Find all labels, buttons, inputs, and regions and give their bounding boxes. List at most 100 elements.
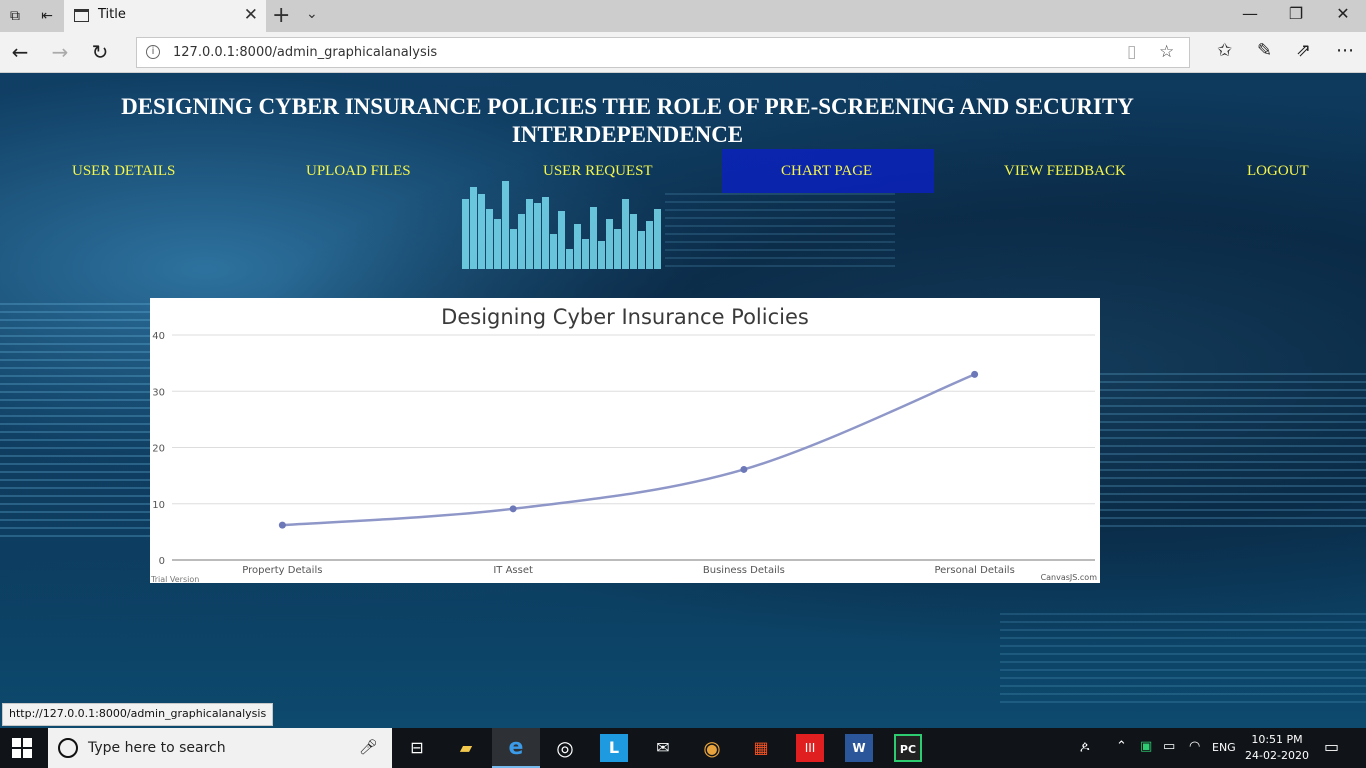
browser-tab[interactable]: Title ✕ — [64, 0, 266, 32]
chevron-up-icon[interactable]: ⌃ — [1116, 739, 1127, 754]
media-app-icon[interactable]: ◎ — [551, 734, 579, 762]
people-icon[interactable]: ዾ — [1080, 739, 1089, 754]
chevron-down-icon[interactable]: ⌄ — [306, 6, 318, 22]
minimize-icon[interactable]: — — [1227, 4, 1273, 23]
trial-version-label: Trial Version — [150, 575, 199, 583]
star-icon[interactable]: ☆ — [1159, 42, 1174, 62]
code-decoration — [0, 303, 150, 543]
search-placeholder: Type here to search — [88, 740, 226, 756]
chrome-icon[interactable]: ◉ — [698, 734, 726, 762]
cortana-icon — [58, 738, 78, 758]
decorative-bar — [638, 231, 645, 269]
y-tick-label: 10 — [152, 500, 165, 511]
page-title: DESIGNING CYBER INSURANCE POLICIES THE R… — [121, 94, 1134, 147]
x-tick-label: Property Details — [242, 565, 322, 576]
code-decoration — [1000, 613, 1366, 703]
nav-chart-page[interactable]: CHART PAGE — [781, 163, 872, 180]
page-background: DESIGNING CYBER INSURANCE POLICIES THE R… — [0, 73, 1366, 728]
wifi-icon[interactable]: ◠ — [1189, 739, 1200, 754]
close-icon[interactable]: ✕ — [244, 5, 258, 25]
clock-time: 10:51 PM — [1251, 733, 1303, 746]
back-icon[interactable]: ← — [5, 40, 35, 64]
nav-logout[interactable]: LOGOUT — [1247, 163, 1309, 180]
code-decoration — [665, 193, 895, 273]
word-icon[interactable]: W — [845, 734, 873, 762]
chart-container: Designing Cyber Insurance Policies 0 10 20 3… — [150, 298, 1100, 583]
app-red-icon[interactable]: III — [796, 734, 824, 762]
mail-icon[interactable]: ✉ — [649, 734, 677, 762]
language-indicator[interactable]: ENG — [1212, 741, 1236, 754]
decorative-bar — [534, 203, 541, 269]
microphone-icon[interactable]: 🎤︎ — [359, 738, 378, 756]
address-bar: ← → ↻ i 127.0.0.1:8000/admin_graphicalan… — [0, 32, 1366, 73]
more-icon[interactable]: ⋯ — [1336, 40, 1354, 61]
x-tick-label: IT Asset — [493, 565, 533, 576]
decorative-bar — [518, 214, 525, 269]
app-tray-icon[interactable]: ▣ — [1140, 739, 1152, 754]
forward-icon[interactable]: → — [45, 40, 75, 64]
decorative-bar — [582, 239, 589, 269]
decorative-bar — [654, 209, 661, 269]
chart-title: Designing Cyber Insurance Policies — [441, 305, 809, 329]
decorative-bar — [622, 199, 629, 269]
code-decoration — [1100, 373, 1366, 533]
reading-view-icon[interactable]: ▯ — [1127, 42, 1136, 62]
decorative-bar — [574, 224, 581, 269]
nav-upload-files[interactable]: UPLOAD FILES — [306, 163, 411, 180]
line-chart: Designing Cyber Insurance Policies 0 10 20 3… — [150, 305, 1097, 583]
set-aside-tabs-icon[interactable]: ⇤ — [36, 6, 58, 26]
taskbar-search[interactable]: Type here to search 🎤︎ — [48, 728, 392, 768]
decorative-bar — [550, 234, 557, 269]
decorative-bar — [598, 241, 605, 269]
decorative-bar — [526, 199, 533, 269]
clock[interactable]: 10:51 PM 24-02-2020 — [1244, 732, 1310, 764]
battery-icon[interactable]: ▭ — [1163, 739, 1175, 754]
y-tick-label: 30 — [152, 387, 165, 398]
restore-icon[interactable]: ❐ — [1273, 4, 1319, 23]
nav-view-feedback[interactable]: VIEW FEEDBACK — [1004, 163, 1126, 180]
windows-start-icon[interactable] — [12, 738, 32, 758]
status-url-tooltip: http://127.0.0.1:8000/admin_graphicalana… — [2, 703, 274, 726]
new-tab-icon[interactable]: + — [272, 3, 290, 28]
url-text[interactable]: 127.0.0.1:8000/admin_graphicalanalysis — [173, 45, 437, 60]
close-window-icon[interactable]: ✕ — [1320, 4, 1366, 23]
x-tick-label: Personal Details — [934, 565, 1014, 576]
clock-date: 24-02-2020 — [1245, 749, 1309, 762]
nav-user-request[interactable]: USER REQUEST — [543, 163, 653, 180]
taskbar: Type here to search 🎤︎ ⊟ ▰ e ◎ L ✉ ◉ ▦ I… — [0, 728, 1366, 768]
pycharm-icon[interactable]: PC — [894, 734, 922, 762]
refresh-icon[interactable]: ↻ — [85, 40, 115, 64]
series-line — [282, 373, 976, 527]
data-point — [278, 521, 286, 529]
favorites-icon[interactable]: ✩ — [1217, 40, 1232, 61]
nav-user-details[interactable]: USER DETAILS — [72, 163, 175, 180]
tab-bar: ⧉ ⇤ Title ✕ + ⌄ — ❐ ✕ — [0, 0, 1366, 32]
task-view-icon[interactable]: ⊟ — [403, 734, 431, 762]
url-field[interactable]: i 127.0.0.1:8000/admin_graphicalanalysis… — [136, 37, 1190, 68]
page-icon — [74, 9, 89, 22]
decorative-bar — [470, 187, 477, 269]
decorative-bar — [486, 209, 493, 269]
decorative-bar — [606, 219, 613, 269]
notifications-icon[interactable]: ▭ — [1324, 737, 1339, 756]
decorative-bar — [462, 199, 469, 269]
decorative-bar — [630, 214, 637, 269]
tab-actions-icon[interactable]: ⧉ — [4, 6, 26, 26]
decorative-bar — [646, 221, 653, 269]
data-point — [509, 505, 517, 513]
decorative-bar — [478, 194, 485, 269]
share-icon[interactable]: ⇗ — [1296, 40, 1311, 61]
tab-title: Title — [98, 7, 126, 22]
y-tick-label: 20 — [152, 444, 165, 455]
decorative-bar — [542, 197, 549, 269]
data-point — [740, 465, 748, 473]
pen-icon[interactable]: ✎ — [1257, 40, 1272, 61]
decorative-bar — [566, 249, 573, 269]
edge-icon[interactable]: e — [502, 734, 530, 762]
data-point — [971, 370, 979, 378]
info-icon[interactable]: i — [146, 45, 160, 59]
decorative-bar — [502, 181, 509, 269]
store-icon[interactable]: ▦ — [747, 734, 775, 762]
file-explorer-icon[interactable]: ▰ — [452, 734, 480, 762]
l-app-icon[interactable]: L — [600, 734, 628, 762]
